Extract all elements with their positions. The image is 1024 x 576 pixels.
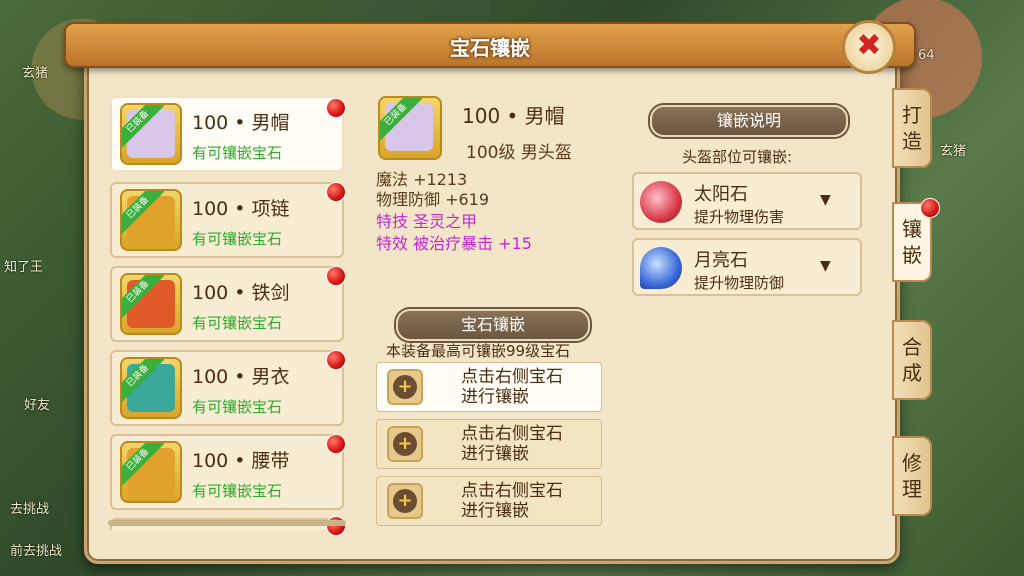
equipment-item-sword[interactable]: 已装备 100 • 铁剑 有可镶嵌宝石: [110, 266, 344, 342]
selected-equipment-icon: 已装备: [378, 96, 442, 160]
equipment-icon: 已装备: [120, 103, 182, 165]
tab-label: 修: [902, 451, 922, 475]
notification-dot: [326, 434, 346, 454]
equipment-item-hat[interactable]: 已装备 100 • 男帽 有可镶嵌宝石: [110, 96, 344, 172]
notification-dot: [920, 198, 940, 218]
window-title: 宝石镶嵌: [450, 36, 530, 60]
plus-icon: +: [387, 483, 423, 519]
special-effect: 特效 被治疗暴击 +15: [376, 234, 532, 253]
plus-icon: +: [387, 426, 423, 462]
equipment-name: 100 • 男帽: [192, 112, 290, 134]
tab-label: 成: [902, 361, 922, 385]
equipment-icon: 已装备: [120, 189, 182, 251]
tab-label: 打: [902, 103, 922, 127]
equipment-list[interactable]: 已装备 100 • 男帽 有可镶嵌宝石 已装备 100 • 项链 有可镶嵌宝石 …: [110, 96, 346, 530]
equipment-name: 100 • 项链: [192, 198, 290, 220]
equipment-icon: 已装备: [120, 441, 182, 503]
sunstone-icon: [640, 181, 682, 223]
equipment-item-necklace[interactable]: 已装备 100 • 项链 有可镶嵌宝石: [110, 182, 344, 258]
special-skill: 特技 圣灵之甲: [376, 212, 478, 231]
tab-label: 嵌: [902, 243, 922, 267]
equipment-item-armor[interactable]: 已装备 100 • 男衣 有可镶嵌宝石: [110, 350, 344, 426]
tab-forge[interactable]: 打造: [892, 88, 932, 168]
tab-label: 合: [902, 335, 922, 359]
bg-text: 玄猪: [940, 144, 967, 159]
slot-text: 进行镶嵌: [461, 501, 529, 521]
gem-sunstone[interactable]: 太阳石 提升物理伤害 ▼: [632, 172, 862, 230]
bg-text: 玄猪: [22, 66, 49, 81]
equipment-name: 100 • 铁剑: [192, 282, 290, 304]
tab-label: 造: [902, 129, 922, 153]
tab-combine[interactable]: 合成: [892, 320, 932, 400]
gem-desc: 提升物理防御: [694, 274, 785, 292]
close-button[interactable]: ✖: [842, 20, 896, 74]
list-scrollbar[interactable]: [108, 520, 346, 526]
moonstone-icon: [640, 247, 682, 289]
detail-level: 100级 男头盔: [466, 143, 572, 163]
gem-name: 太阳石: [694, 184, 748, 205]
inlay-header: 宝石镶嵌: [396, 309, 590, 341]
notification-dot: [326, 98, 346, 118]
dropdown-arrow-icon[interactable]: ▼: [820, 192, 831, 208]
dropdown-arrow-icon[interactable]: ▼: [820, 258, 831, 274]
equipment-status: 有可镶嵌宝石: [192, 144, 283, 162]
inlay-info-header: 镶嵌说明: [650, 105, 848, 137]
equipment-icon: 已装备: [120, 273, 182, 335]
equipment-status: 有可镶嵌宝石: [192, 314, 283, 332]
slot-text: 点击右侧宝石: [461, 424, 563, 444]
notification-dot: [326, 516, 346, 536]
detail-name: 100 • 男帽: [462, 104, 565, 128]
inlay-subtitle: 本装备最高可镶嵌99级宝石: [386, 342, 571, 360]
equipment-icon: 已装备: [120, 357, 182, 419]
tab-label: 镶: [902, 217, 922, 241]
equipment-name: 100 • 男衣: [192, 366, 290, 388]
bg-friend-label[interactable]: 好友: [24, 394, 50, 413]
bg-text: 去挑战: [10, 502, 50, 517]
equipment-status: 有可镶嵌宝石: [192, 230, 283, 248]
stat-defense: 物理防御 +619: [376, 190, 490, 209]
gem-name: 月亮石: [694, 250, 748, 271]
slot-text: 点击右侧宝石: [461, 367, 563, 387]
slot-text: 点击右侧宝石: [461, 481, 563, 501]
gem-slot-1[interactable]: + 点击右侧宝石 进行镶嵌: [376, 362, 602, 412]
gem-desc: 提升物理伤害: [694, 208, 785, 226]
tab-repair[interactable]: 修理: [892, 436, 932, 516]
bg-text: 前去挑战: [10, 544, 63, 559]
gem-moonstone[interactable]: 月亮石 提升物理防御 ▼: [632, 238, 862, 296]
bg-text: 知了王: [4, 260, 44, 275]
equipment-item-belt[interactable]: 已装备 100 • 腰带 有可镶嵌宝石: [110, 434, 344, 510]
notification-dot: [326, 182, 346, 202]
gem-slot-2[interactable]: + 点击右侧宝石 进行镶嵌: [376, 419, 602, 469]
notification-dot: [326, 266, 346, 286]
tab-label: 理: [902, 477, 922, 501]
equipment-status: 有可镶嵌宝石: [192, 482, 283, 500]
plus-icon: +: [387, 369, 423, 405]
notification-dot: [326, 350, 346, 370]
equipment-status: 有可镶嵌宝石: [192, 398, 283, 416]
slot-text: 进行镶嵌: [461, 444, 529, 464]
gem-slot-3[interactable]: + 点击右侧宝石 进行镶嵌: [376, 476, 602, 526]
title-bar: 宝石镶嵌: [64, 22, 916, 68]
bg-level: 64: [918, 48, 935, 63]
equipment-name: 100 • 腰带: [192, 450, 290, 472]
slot-text: 进行镶嵌: [461, 387, 529, 407]
gem-info-subtitle: 头盔部位可镶嵌:: [682, 148, 793, 166]
